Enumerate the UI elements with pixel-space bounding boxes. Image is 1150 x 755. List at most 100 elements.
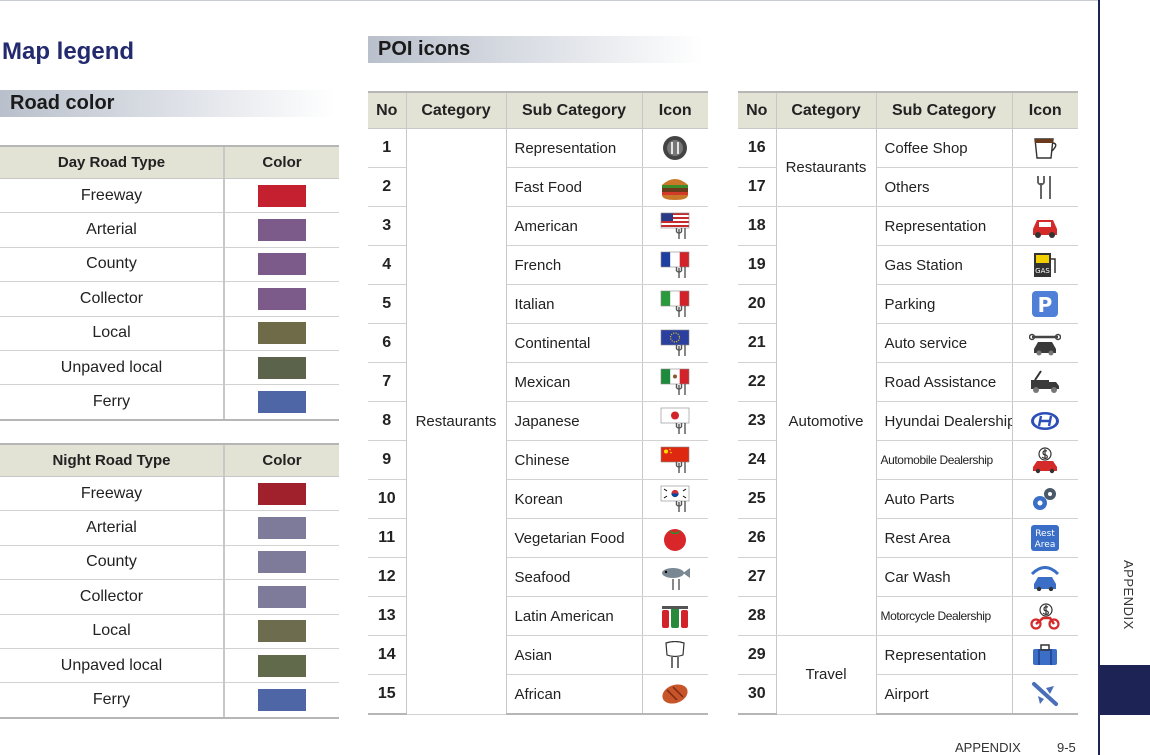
poi-sub-category: American [506, 206, 642, 246]
poi-sub-category: Hyundai Dealership [876, 401, 1012, 441]
poi-number: 28 [738, 596, 776, 636]
mexican-flag-fork-icon [659, 368, 691, 395]
us-flag-fork-icon [659, 212, 691, 239]
poi-row: 16 Restaurants Coffee Shop [738, 128, 1078, 207]
poi-icon-cell [641, 323, 708, 363]
road-row: Local [0, 614, 339, 649]
poi-number: 17 [738, 167, 776, 207]
road-row: County [0, 247, 339, 283]
color-swatch [258, 517, 306, 540]
poi-icon-cell [641, 557, 708, 597]
poi-table-left: No Category Sub Category Icon 1 Restauran… [368, 91, 708, 715]
header-category: Category [775, 91, 877, 129]
poi-icon-cell [641, 362, 708, 402]
road-row: Collector [0, 579, 339, 615]
poi-row: 1 Restaurants Representation [368, 128, 708, 715]
poi-icon-cell [1011, 596, 1078, 636]
color-cell [223, 579, 339, 615]
color-swatch [258, 689, 306, 712]
poi-sub-category: Gas Station [876, 245, 1012, 285]
poi-sub-category: Fast Food [506, 167, 642, 207]
color-cell [223, 682, 339, 719]
poi-number: 4 [368, 245, 406, 285]
restaurant-plate-icon [659, 136, 691, 160]
poi-icon-cell [1011, 401, 1078, 441]
poi-number: 7 [368, 362, 406, 402]
poi-icon-cell [1011, 479, 1078, 519]
poi-icon-cell [1011, 323, 1078, 363]
color-swatch [258, 356, 306, 379]
poi-number: 5 [368, 284, 406, 324]
color-cell [223, 648, 339, 684]
color-cell [223, 212, 339, 248]
road-type-label: County [0, 545, 224, 581]
poi-row: 18 Automotive Representation [738, 206, 1078, 636]
poi-sub-category: Mexican [506, 362, 642, 402]
page-title: Map legend [2, 38, 135, 65]
section-road-color: Road color [0, 90, 335, 117]
poi-sub-category: Others [876, 167, 1012, 207]
poi-number: 1 [368, 128, 406, 168]
fish-icon [659, 568, 691, 590]
poi-number: 18 [738, 206, 776, 246]
poi-sub-category: Representation [506, 128, 642, 168]
color-swatch [258, 253, 306, 276]
poi-sub-category: Korean [506, 479, 642, 519]
color-cell [223, 247, 339, 283]
color-cell [223, 316, 339, 351]
chopsticks-bowl-icon [659, 641, 691, 668]
footer-section: APPENDIX [955, 740, 1021, 755]
suitcase-icon [1029, 644, 1061, 665]
tow-truck-icon [1029, 370, 1061, 393]
poi-number: 22 [738, 362, 776, 402]
poi-category: Travel [775, 635, 877, 715]
gas-pump-icon: GAS [1029, 253, 1061, 277]
color-swatch [258, 184, 306, 207]
poi-icon-cell [1011, 362, 1078, 402]
poi-sub-category: Japanese [506, 401, 642, 441]
tomato-icon [659, 529, 691, 551]
gears-icon [1029, 488, 1061, 510]
header-night-road-type: Night Road Type [0, 443, 224, 477]
burger-icon [659, 178, 691, 200]
poi-icon-cell [1011, 557, 1078, 597]
poi-number: 21 [738, 323, 776, 363]
eu-flag-fork-icon [659, 329, 691, 356]
header-no: No [738, 91, 776, 129]
poi-number: 25 [738, 479, 776, 519]
gas-label: GAS [1035, 267, 1050, 275]
poi-icon-cell [1011, 167, 1078, 207]
poi-icon-cell [641, 479, 708, 519]
fork-knife-icon [1029, 176, 1061, 199]
side-tab [1098, 0, 1150, 755]
footer-page-number: 9-5 [1057, 740, 1076, 755]
airplane-icon [1029, 682, 1061, 706]
header-sub-category: Sub Category [506, 91, 642, 129]
poi-number: 3 [368, 206, 406, 246]
poi-icon-cell: GAS [1011, 245, 1078, 285]
header-day-road-type: Day Road Type [0, 145, 224, 179]
poi-number: 12 [368, 557, 406, 597]
road-type-label: Arterial [0, 212, 224, 248]
road-row: Freeway [0, 476, 339, 512]
poi-row: 29 Travel Representation [738, 635, 1078, 715]
poi-sub-category: Vegetarian Food [506, 518, 642, 558]
side-tab-marker [1100, 665, 1150, 715]
road-type-label: Unpaved local [0, 350, 224, 386]
poi-number: 15 [368, 674, 406, 715]
poi-icon-cell [641, 206, 708, 246]
poi-sub-category: French [506, 245, 642, 285]
rest-area-label-2: Area [1035, 540, 1056, 550]
poi-icon-cell [641, 401, 708, 441]
korean-flag-fork-icon [659, 485, 691, 512]
color-cell [223, 384, 339, 421]
color-swatch [258, 654, 306, 677]
header-sub-category: Sub Category [876, 91, 1012, 129]
poi-icon-cell: P [1011, 284, 1078, 324]
color-swatch [258, 620, 306, 643]
poi-icon-cell [641, 518, 708, 558]
poi-icon-cell [641, 674, 708, 715]
color-cell [223, 510, 339, 546]
road-type-label: Unpaved local [0, 648, 224, 684]
poi-sub-category: African [506, 674, 642, 715]
